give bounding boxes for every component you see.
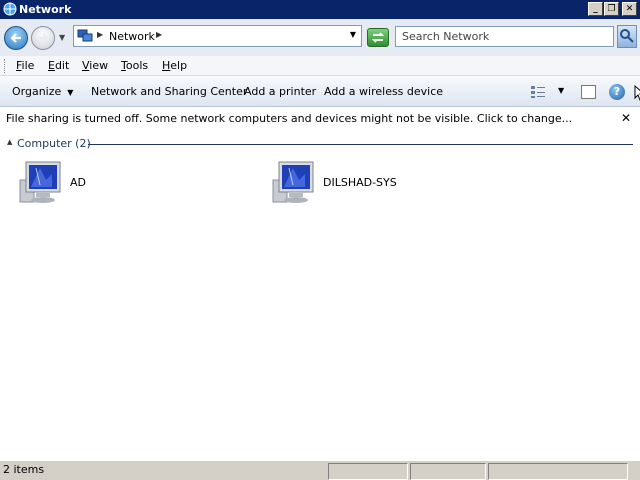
status-bar: 2 items xyxy=(0,460,640,480)
views-chevron-icon[interactable]: ▼ xyxy=(558,86,564,95)
refresh-icon xyxy=(371,32,385,43)
preview-pane-icon[interactable] xyxy=(581,85,596,99)
computer-item[interactable]: AD xyxy=(18,160,98,206)
menu-edit[interactable]: Edit xyxy=(45,59,72,72)
info-bar[interactable]: File sharing is turned off. Some network… xyxy=(0,108,640,130)
search-icon xyxy=(620,29,634,43)
computer-item[interactable]: DILSHAD-SYS xyxy=(271,160,401,206)
refresh-button[interactable] xyxy=(367,28,389,47)
organize-chevron-icon: ▼ xyxy=(67,88,74,97)
menu-view[interactable]: View xyxy=(79,59,111,72)
computer-name[interactable]: AD xyxy=(70,176,86,189)
menu-edit-label: dit xyxy=(54,59,70,72)
network-icon xyxy=(3,2,17,16)
add-printer-button[interactable]: Add a printer xyxy=(244,85,316,98)
minimize-button[interactable]: _ xyxy=(588,2,603,16)
breadcrumb-chevron-icon[interactable]: ▶ xyxy=(156,30,162,39)
menu-tools-label: ools xyxy=(125,59,149,72)
status-panel xyxy=(328,463,408,480)
menu-grip xyxy=(4,59,6,73)
menu-file-label: ile xyxy=(21,59,35,72)
computer-icon xyxy=(272,161,314,203)
item-count: 2 items xyxy=(3,463,45,476)
status-panel xyxy=(410,463,486,480)
command-bar: Organize ▼ Network and Sharing Center Add… xyxy=(0,77,640,107)
mouse-cursor-icon xyxy=(634,85,640,101)
menu-help[interactable]: Help xyxy=(159,59,190,72)
menu-help-label: elp xyxy=(170,59,188,72)
address-field[interactable]: ▶ Network ▶ ▼ xyxy=(73,25,362,47)
menu-view-label: iew xyxy=(89,59,109,72)
menu-tools[interactable]: Tools xyxy=(118,59,151,72)
address-toolbar: ▼ ▶ Network ▶ ▼ Search Network xyxy=(0,19,640,56)
group-title: Computer (2) xyxy=(17,137,91,150)
file-sharing-message[interactable]: File sharing is turned off. Some network… xyxy=(6,112,572,125)
forward-arrow-icon xyxy=(38,33,49,43)
menu-file[interactable]: File xyxy=(13,59,37,72)
organize-label: Organize xyxy=(12,85,62,98)
window-title: Network xyxy=(19,3,72,16)
breadcrumb-network[interactable]: Network xyxy=(109,30,155,43)
computer-icon xyxy=(19,161,61,203)
address-dropdown-icon[interactable]: ▼ xyxy=(350,30,356,39)
add-wireless-device-button[interactable]: Add a wireless device xyxy=(324,85,443,98)
close-button[interactable]: ✕ xyxy=(622,2,637,16)
views-icon[interactable] xyxy=(530,85,546,99)
computer-name[interactable]: DILSHAD-SYS xyxy=(323,176,397,189)
organize-button[interactable]: Organize ▼ xyxy=(12,85,73,98)
forward-button[interactable] xyxy=(31,26,55,50)
recent-pages-chevron-icon[interactable]: ▼ xyxy=(59,33,65,42)
network-location-icon xyxy=(77,29,93,42)
menu-bar: File Edit View Tools Help xyxy=(0,56,640,76)
computer-group-header[interactable]: ▲ Computer (2) xyxy=(0,136,640,152)
group-collapse-icon[interactable]: ▲ xyxy=(7,138,12,146)
status-panel xyxy=(488,463,628,480)
back-arrow-icon xyxy=(10,33,21,43)
info-bar-close-icon[interactable]: ✕ xyxy=(621,111,631,125)
breadcrumb-separator-icon[interactable]: ▶ xyxy=(97,30,103,39)
title-bar: Network _ ❐ ✕ xyxy=(0,0,640,19)
restore-button[interactable]: ❐ xyxy=(604,2,619,16)
search-input[interactable]: Search Network xyxy=(395,26,614,47)
menu-edit-key: E xyxy=(48,59,55,72)
search-button[interactable] xyxy=(617,25,637,48)
network-sharing-center-button[interactable]: Network and Sharing Center xyxy=(91,85,247,98)
group-divider xyxy=(88,144,633,145)
back-button[interactable] xyxy=(4,26,28,50)
help-icon[interactable]: ? xyxy=(609,84,625,100)
